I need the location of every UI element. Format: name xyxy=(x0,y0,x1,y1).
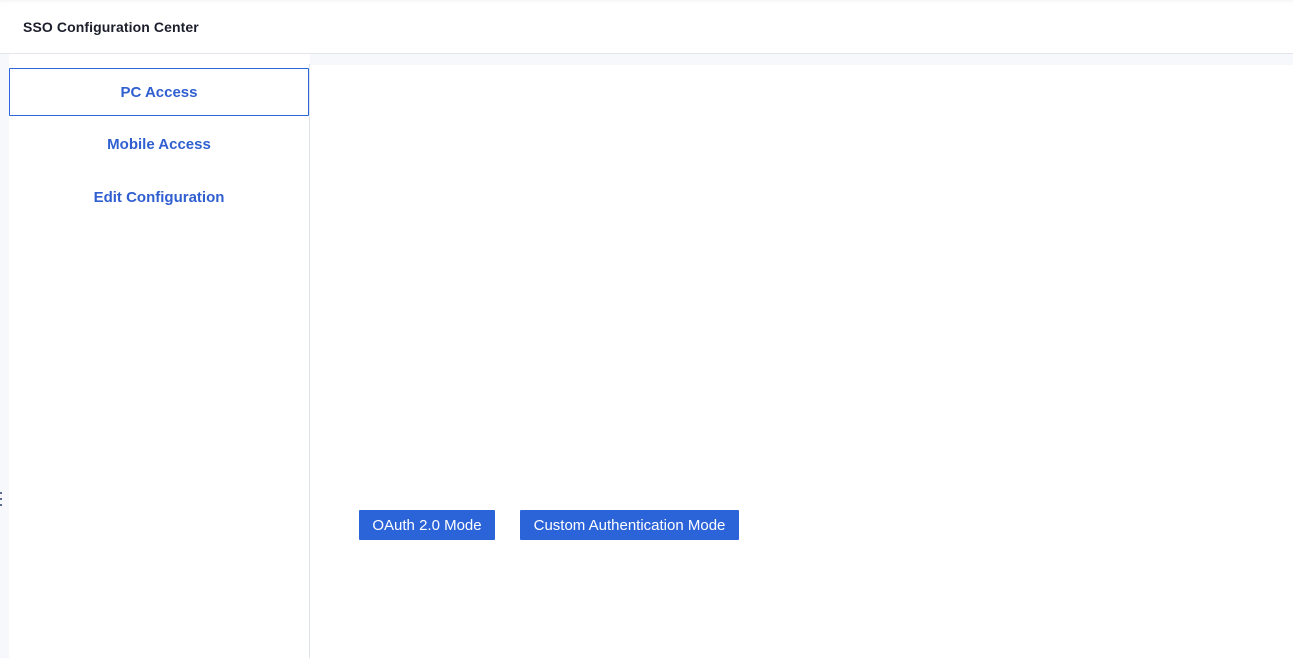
sidebar-item-label: Mobile Access xyxy=(107,135,211,153)
custom-auth-mode-button[interactable]: Custom Authentication Mode xyxy=(520,510,739,540)
main-content: OAuth 2.0 Mode Custom Authentication Mod… xyxy=(310,54,1293,658)
drag-handle-icon[interactable] xyxy=(0,492,3,508)
sidebar-item-edit-configuration[interactable]: Edit Configuration xyxy=(9,173,309,221)
app-title: SSO Configuration Center xyxy=(23,19,199,35)
top-header: SSO Configuration Center xyxy=(0,0,1293,54)
app-window: SSO Configuration Center PC Access Mobil… xyxy=(0,0,1293,658)
sidebar-item-pc-access[interactable]: PC Access xyxy=(9,68,309,116)
left-gutter xyxy=(0,54,9,658)
sidebar-item-label: PC Access xyxy=(120,83,198,101)
sidebar: PC Access Mobile Access Edit Configurati… xyxy=(9,64,310,658)
main-top-band xyxy=(310,54,1293,65)
sidebar-item-mobile-access[interactable]: Mobile Access xyxy=(9,120,309,168)
oauth-mode-button[interactable]: OAuth 2.0 Mode xyxy=(359,510,495,540)
sidebar-item-label: Edit Configuration xyxy=(93,188,225,206)
